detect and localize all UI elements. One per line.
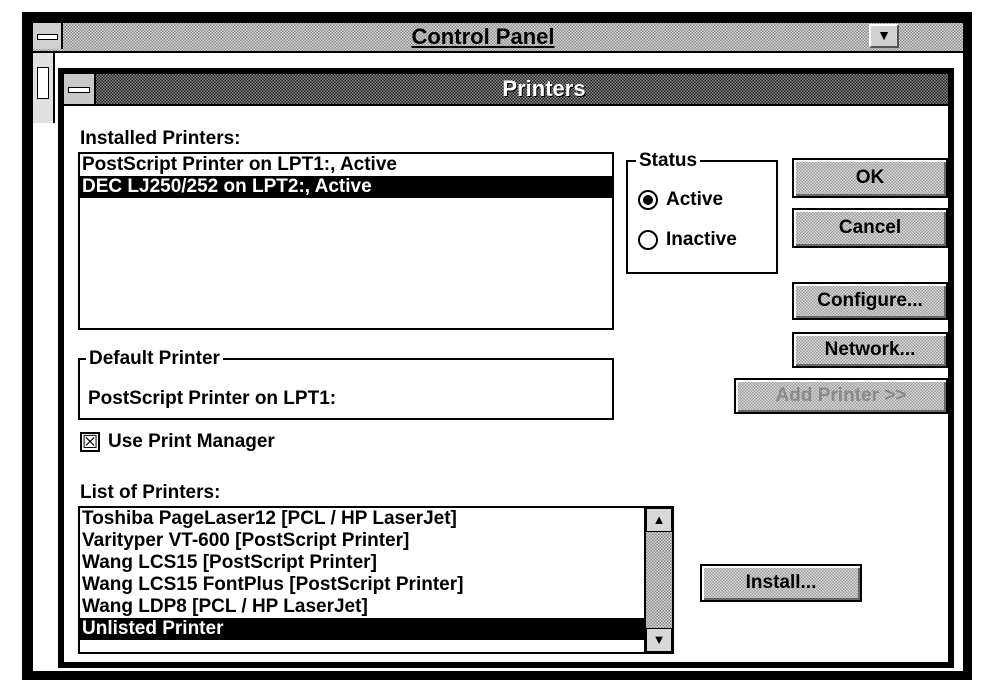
control-panel-system-menu-icon[interactable] <box>33 23 63 49</box>
status-active-radio[interactable] <box>638 190 658 210</box>
default-printer-group: Default Printer PostScript Printer on LP… <box>78 348 614 420</box>
control-panel-minimize-button[interactable]: ▼ <box>869 24 899 48</box>
printers-dialog-title: Printers <box>502 76 586 101</box>
control-panel-scrollbar[interactable] <box>33 53 55 123</box>
default-printer-title: Default Printer <box>86 348 223 370</box>
printer-list-item[interactable]: Wang LCS15 [PostScript Printer] <box>80 552 646 574</box>
list-of-printers-label: List of Printers: <box>80 482 221 503</box>
printer-list-item[interactable]: Wang LDP8 [PCL / HP LaserJet] <box>80 596 646 618</box>
control-panel-title: Control Panel <box>411 24 555 49</box>
printers-dialog-titlebar[interactable]: Printers <box>64 74 948 106</box>
printer-list-item[interactable]: Unlisted Printer <box>80 618 646 640</box>
status-inactive-label[interactable]: Inactive <box>666 229 737 251</box>
printers-system-menu-icon[interactable] <box>64 74 96 104</box>
printer-list-item[interactable]: Wang LCS15 FontPlus [PostScript Printer] <box>80 574 646 596</box>
printer-list-item[interactable]: Varityper VT-600 [PostScript Printer] <box>80 530 646 552</box>
scroll-up-icon[interactable]: ▲ <box>646 508 672 532</box>
installed-printer-item[interactable]: DEC LJ250/252 on LPT2:, Active <box>80 176 612 198</box>
add-printer-button[interactable]: Add Printer >> <box>734 378 948 414</box>
default-printer-value: PostScript Printer on LPT1: <box>88 388 337 409</box>
installed-printer-item[interactable]: PostScript Printer on LPT1:, Active <box>80 154 612 176</box>
use-print-manager-checkbox[interactable]: ☒ <box>80 432 100 452</box>
install-button[interactable]: Install... <box>700 564 862 602</box>
status-group: Status Active Inactive <box>626 150 778 274</box>
scroll-down-icon[interactable]: ▼ <box>646 628 672 652</box>
status-group-title: Status <box>636 150 701 172</box>
list-of-printers[interactable]: Toshiba PageLaser12 [PCL / HP LaserJet] V… <box>78 506 674 654</box>
printer-list-item[interactable]: Toshiba PageLaser12 [PCL / HP LaserJet] <box>80 508 646 530</box>
control-panel-titlebar[interactable]: Control Panel ▼ <box>33 23 963 53</box>
installed-printers-label: Installed Printers: <box>80 128 241 149</box>
status-inactive-radio[interactable] <box>638 230 658 250</box>
use-print-manager-label[interactable]: Use Print Manager <box>108 431 275 453</box>
printer-list-scrollbar[interactable]: ▲ ▼ <box>644 506 674 654</box>
status-active-label[interactable]: Active <box>666 189 723 211</box>
configure-button[interactable]: Configure... <box>792 282 948 320</box>
cancel-button[interactable]: Cancel <box>792 208 948 248</box>
printers-dialog: Printers Installed Printers: PostScript … <box>58 68 954 668</box>
network-button[interactable]: Network... <box>792 332 948 368</box>
installed-printers-list[interactable]: PostScript Printer on LPT1:, Active DEC L… <box>78 152 614 330</box>
ok-button[interactable]: OK <box>792 158 948 198</box>
